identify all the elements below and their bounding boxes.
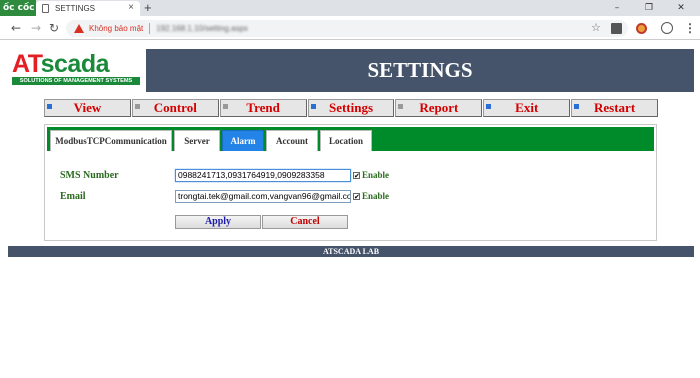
new-tab-button[interactable]: + xyxy=(144,0,152,15)
menu-restart-icon xyxy=(574,104,580,109)
menu-report-icon xyxy=(398,104,404,109)
menu-restart-label: Restart xyxy=(594,100,636,115)
menu-restart-button[interactable]: Restart xyxy=(571,99,659,117)
sms-number-label: SMS Number xyxy=(60,170,119,181)
email-enable-checkbox[interactable]: ✔ xyxy=(353,193,360,201)
menu-view-button[interactable]: View xyxy=(44,99,131,117)
menu-settings-icon xyxy=(310,104,316,109)
browser-tab-title: SETTINGS xyxy=(55,4,96,13)
menu-view-icon xyxy=(47,104,52,109)
browser-logo: ốc cốc xyxy=(0,0,36,16)
forward-icon[interactable]: → xyxy=(28,20,44,36)
sms-number-input[interactable]: 0988241713,0931764919,0909283358 xyxy=(175,169,351,182)
menu-control-icon xyxy=(134,104,140,109)
email-label: Email xyxy=(60,191,86,202)
main-menu: View Control Trend Settings Report Exit … xyxy=(44,99,659,117)
browser-menu-icon[interactable]: ⋮ xyxy=(684,21,696,35)
sms-enable-checkbox[interactable]: ✔ xyxy=(353,172,360,180)
menu-exit-button[interactable]: Exit xyxy=(483,99,571,117)
address-bar[interactable]: Không bảo mật 192.168.1.10/setting.aspx … xyxy=(66,20,628,37)
logo-wordmark: ATscada xyxy=(12,50,142,78)
security-status[interactable]: Không bảo mật xyxy=(89,24,143,33)
document-icon xyxy=(42,4,49,13)
reload-icon[interactable]: ↻ xyxy=(46,20,62,36)
profile-icon[interactable] xyxy=(661,22,673,34)
menu-settings-label: Settings xyxy=(328,100,374,115)
atscada-logo: ATscada SOLUTIONS OF MANAGEMENT SYSTEMS xyxy=(12,52,142,86)
menu-exit-label: Exit xyxy=(515,100,539,115)
menu-trend-label: Trend xyxy=(246,100,280,115)
bookmark-star-icon[interactable]: ☆ xyxy=(591,23,602,34)
settings-panel: ModbusTCPCommunication Server Alarm Acco… xyxy=(44,124,657,241)
page-title: SETTINGS xyxy=(146,49,694,92)
download-icon[interactable] xyxy=(611,23,622,34)
minimize-icon[interactable]: – xyxy=(602,0,632,16)
email-enable-label: Enable xyxy=(362,191,390,201)
menu-exit-icon xyxy=(486,104,492,109)
apply-button[interactable]: Apply xyxy=(175,215,261,229)
tab-close-icon[interactable]: × xyxy=(128,2,134,13)
menu-control-label: Control xyxy=(153,100,197,115)
warning-icon xyxy=(74,24,84,33)
sms-enable-label: Enable xyxy=(362,170,390,180)
menu-trend-icon xyxy=(222,104,228,109)
extension-icon[interactable] xyxy=(636,23,647,34)
menu-trend-button[interactable]: Trend xyxy=(219,99,307,117)
browser-tabstrip: ốc cốc SETTINGS × + – ❐ ✕ xyxy=(0,0,700,16)
logo-at-text: AT xyxy=(12,50,41,78)
tab-alarm[interactable]: Alarm xyxy=(222,130,264,151)
tab-modbus[interactable]: ModbusTCPCommunication xyxy=(50,130,172,151)
menu-report-button[interactable]: Report xyxy=(395,99,483,117)
menu-control-button[interactable]: Control xyxy=(131,99,219,117)
menu-settings-button[interactable]: Settings xyxy=(307,99,395,117)
browser-toolbar: ← → ↻ Không bảo mật 192.168.1.10/setting… xyxy=(0,16,700,40)
email-input[interactable]: trongtai.tek@gmail.com,vangvan96@gmail.c… xyxy=(175,190,351,203)
address-divider xyxy=(149,23,151,34)
menu-report-label: Report xyxy=(419,100,459,115)
url-text[interactable]: 192.168.1.10/setting.aspx xyxy=(156,24,248,33)
cancel-button[interactable]: Cancel xyxy=(262,215,348,229)
maximize-icon[interactable]: ❐ xyxy=(634,0,664,16)
tab-account[interactable]: Account xyxy=(266,130,318,151)
logo-subtitle: SOLUTIONS OF MANAGEMENT SYSTEMS xyxy=(12,77,140,85)
back-icon[interactable]: ← xyxy=(8,20,24,36)
tab-location[interactable]: Location xyxy=(320,130,372,151)
settings-tabs: ModbusTCPCommunication Server Alarm Acco… xyxy=(47,127,654,151)
page-footer: ATSCADA LAB xyxy=(8,246,694,257)
logo-scada-text: scada xyxy=(40,50,110,78)
tab-server[interactable]: Server xyxy=(174,130,220,151)
browser-tab[interactable]: SETTINGS × xyxy=(36,1,140,16)
menu-view-label: View xyxy=(73,100,102,115)
close-window-icon[interactable]: ✕ xyxy=(666,0,696,16)
